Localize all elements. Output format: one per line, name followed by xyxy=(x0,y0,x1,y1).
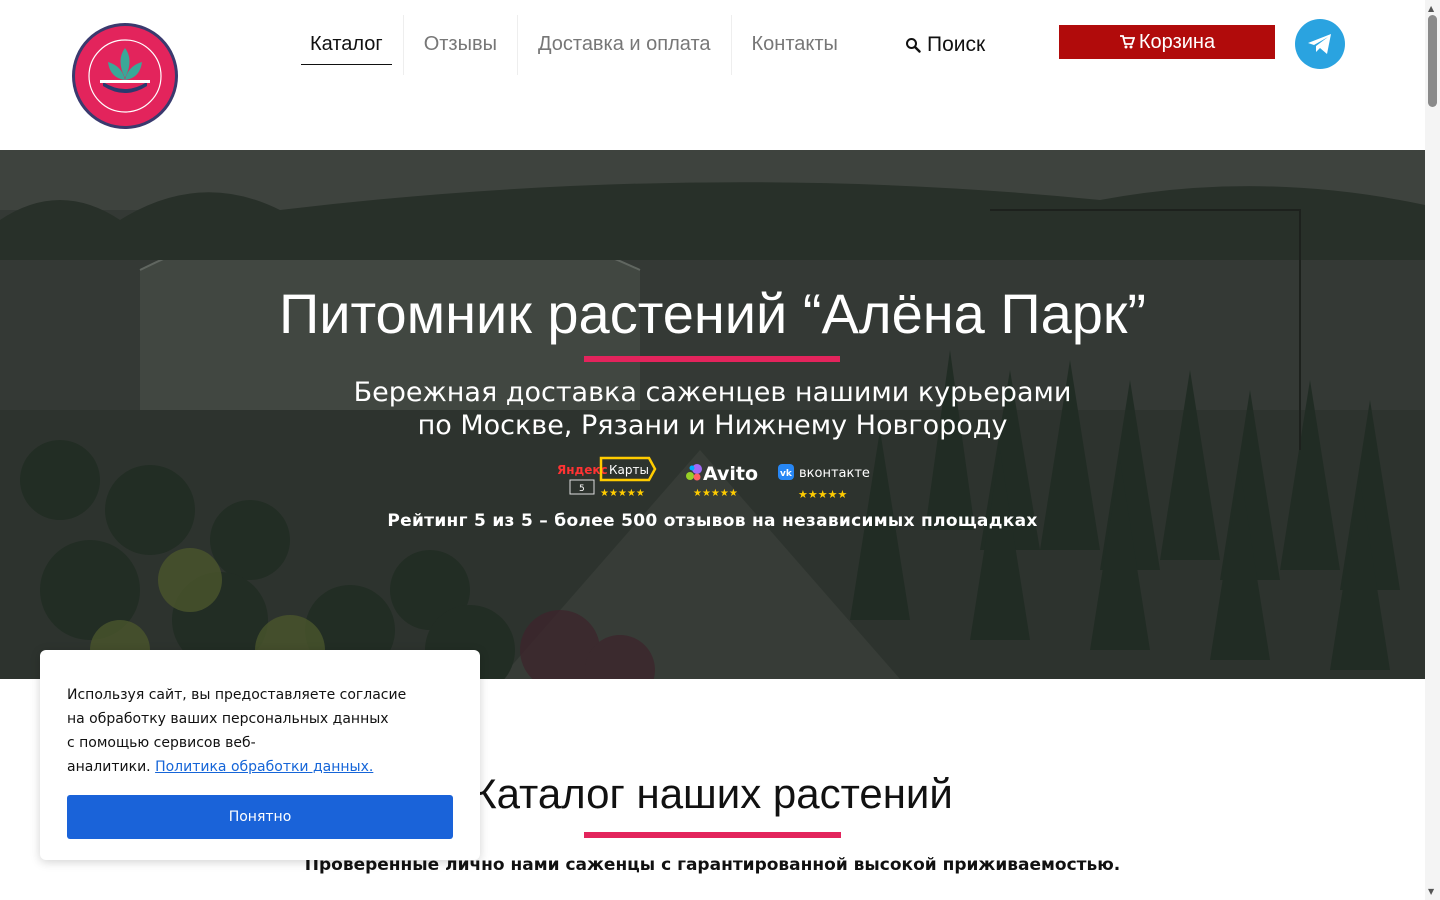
nav-item-reviews[interactable]: Отзывы xyxy=(404,15,518,75)
telegram-button[interactable] xyxy=(1295,19,1345,69)
hero-subtitle-line1: Бережная доставка саженцев нашими курьер… xyxy=(353,377,1072,408)
nav-item-label: Контакты xyxy=(751,33,838,55)
page-scrollbar[interactable]: ▲ ▼ xyxy=(1425,0,1440,900)
hero-title: Питомник растений “Алёна Парк” xyxy=(278,282,1147,345)
avito-badge[interactable]: Avito ★★★★★ xyxy=(684,459,758,499)
yandex-maps-badge[interactable]: Яндекс 5 Карты ★★★★★ xyxy=(555,456,657,498)
scroll-down-arrow-icon[interactable]: ▼ xyxy=(1428,887,1434,896)
catalog-accent-rule xyxy=(584,832,841,838)
cookie-line: аналитики. xyxy=(67,759,151,775)
search-button[interactable]: Поиск xyxy=(905,33,985,57)
cookie-consent-banner: Используя сайт, вы предоставляете соглас… xyxy=(40,650,480,860)
telegram-icon xyxy=(1308,34,1331,54)
vkontakte-badge[interactable]: vk вконтакте ★★★★★ xyxy=(778,463,872,501)
main-nav: Каталог Отзывы Доставка и оплата Контакт… xyxy=(290,15,858,75)
star-rating: ★★★★★ xyxy=(798,488,847,501)
hero-banner: Питомник растений “Алёна Парк” Бережная … xyxy=(0,150,1425,679)
nav-item-label: Отзывы xyxy=(423,33,497,55)
nav-item-label: Доставка и оплата xyxy=(537,33,711,55)
star-rating: ★★★★★ xyxy=(693,488,738,499)
cookie-line: с помощью сервисов веб- xyxy=(67,735,256,751)
nav-item-delivery[interactable]: Доставка и оплата xyxy=(518,15,732,75)
nav-item-label: Каталог xyxy=(310,33,383,55)
nav-item-catalog[interactable]: Каталог xyxy=(290,15,404,75)
scrollbar-thumb[interactable] xyxy=(1428,15,1437,107)
nav-item-contacts[interactable]: Контакты xyxy=(732,15,858,75)
privacy-policy-link[interactable]: Политика обработки данных. xyxy=(155,759,373,775)
star-rating: ★★★★★ xyxy=(600,488,645,498)
logo[interactable] xyxy=(70,22,180,130)
yandex-maps-label: Карты xyxy=(609,463,649,477)
scroll-up-arrow-icon[interactable]: ▲ xyxy=(1428,4,1434,13)
cookie-accept-button[interactable]: Понятно xyxy=(67,795,453,839)
cookie-line: Используя сайт, вы предоставляете соглас… xyxy=(67,687,407,703)
vkontakte-label: вконтакте xyxy=(799,466,870,481)
cookie-text: Используя сайт, вы предоставляете соглас… xyxy=(67,683,427,779)
hero-accent-rule xyxy=(584,356,840,362)
cookie-line: на обработку ваших персональных данных xyxy=(67,711,389,727)
active-underline xyxy=(301,64,392,65)
review-badges: Яндекс 5 Карты ★★★★★ Avito ★★★★★ vk вкон… xyxy=(0,455,1425,505)
search-icon xyxy=(906,38,921,53)
hero-subtitle-line2: по Москве, Рязани и Нижнему Новгороду xyxy=(417,410,1008,441)
search-label: Поиск xyxy=(927,33,986,56)
cookie-line-last: аналитики. Политика обработки данных. xyxy=(67,755,427,779)
cart-label: Корзина xyxy=(1138,30,1216,53)
cart-icon xyxy=(1119,35,1135,49)
site-header: Каталог Отзывы Доставка и оплата Контакт… xyxy=(0,0,1425,150)
yandex-score: 5 xyxy=(579,484,585,494)
rating-summary: Рейтинг 5 из 5 – более 500 отзывов на не… xyxy=(387,511,1038,531)
hero-subtitle: Бережная доставка саженцев нашими курьер… xyxy=(0,376,1425,442)
svg-text:vk: vk xyxy=(780,469,793,479)
cart-button[interactable]: Корзина xyxy=(1059,25,1275,59)
avito-label: Avito xyxy=(703,463,758,485)
